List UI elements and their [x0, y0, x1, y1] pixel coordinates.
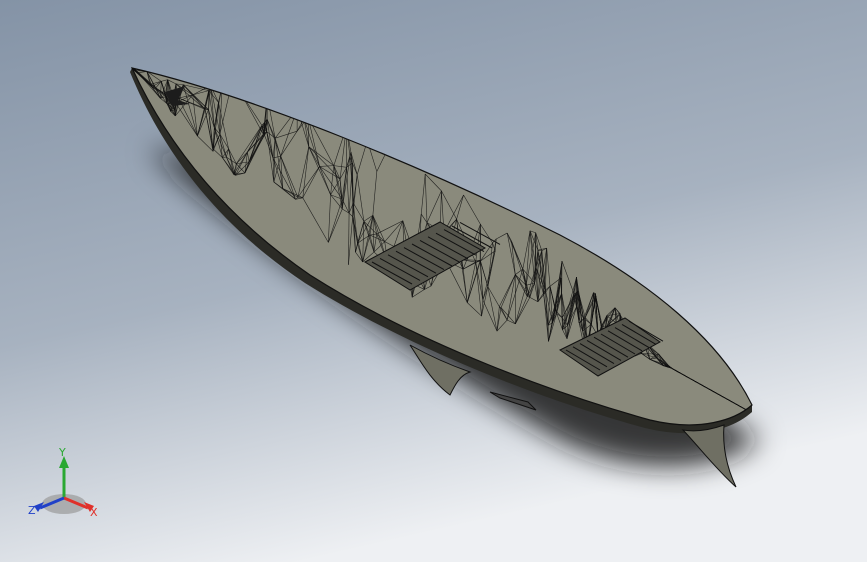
y-axis-label: Y	[58, 448, 66, 459]
model-scene[interactable]	[0, 0, 867, 562]
reference-triad: Y X Z	[28, 448, 98, 519]
graphics-viewport[interactable]: Y X Z	[0, 0, 867, 562]
z-axis-label: Z	[28, 504, 36, 517]
x-axis-label: X	[90, 506, 98, 519]
